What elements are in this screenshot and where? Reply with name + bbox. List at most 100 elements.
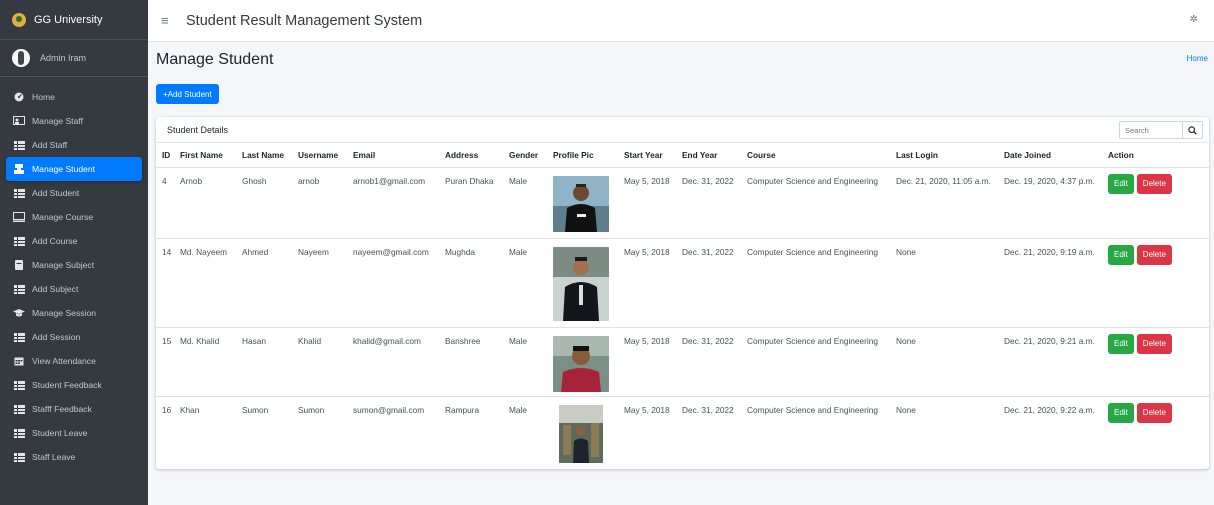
cell-date-joined: Dec. 21, 2020, 9:22 a.m. <box>998 395 1102 468</box>
cell-email: nayeem@gmail.com <box>347 237 439 327</box>
search-icon[interactable] <box>1182 122 1202 138</box>
column-header: Course <box>747 149 776 160</box>
cell-action: Edit Delete <box>1102 326 1209 396</box>
breadcrumb-home[interactable]: Home <box>1187 54 1208 63</box>
delete-button[interactable]: Delete <box>1136 244 1172 265</box>
brand-name: GG University <box>34 13 103 26</box>
delete-button[interactable]: Delete <box>1136 333 1172 354</box>
cell-gender: Male <box>503 166 547 238</box>
cell-last-name: Hasan <box>236 326 292 396</box>
cell-last-name: Sumon <box>236 395 292 468</box>
cell-id: 15 <box>156 326 174 396</box>
add-student-button[interactable]: +Add Student <box>156 84 219 104</box>
sidebar-item-add-session[interactable]: Add Session <box>6 325 142 349</box>
sidebar-item-label: Manage Course <box>32 212 94 222</box>
column-header: End Year <box>682 149 718 160</box>
cell-date-joined: Dec. 21, 2020, 9:19 a.m. <box>998 237 1102 327</box>
sidebar-item-label: Add Staff <box>32 140 68 150</box>
university-logo-icon <box>12 12 26 27</box>
column-header: Address <box>445 149 479 160</box>
sidebar-item-manage-session[interactable]: Manage Session <box>6 301 142 325</box>
cell-course: Computer Science and Engineering <box>741 326 890 396</box>
menu-toggle-icon[interactable]: ≡ <box>161 13 175 28</box>
sidebar-item-manage-staff[interactable]: Manage Staff <box>6 109 142 133</box>
search-input[interactable] <box>1120 122 1182 138</box>
gear-icon[interactable]: ✲ <box>1190 14 1198 25</box>
sidebar-item-manage-subject[interactable]: Manage Subject <box>6 253 142 277</box>
grid-icon <box>13 140 25 150</box>
table-row: 16 Khan Sumon Sumon sumon@gmail.com Ramp… <box>156 395 1209 468</box>
cell-date-joined: Dec. 19, 2020, 4:37 p.m. <box>998 166 1102 238</box>
cell-action: Edit Delete <box>1102 395 1209 468</box>
grid-icon <box>13 284 25 294</box>
cell-email: sumon@gmail.com <box>347 395 439 468</box>
cell-first-name: Khan <box>174 395 236 468</box>
sidebar-item-add-student[interactable]: Add Student <box>6 181 142 205</box>
column-header: Email <box>353 149 376 160</box>
sidebar-item-manage-student[interactable]: Manage Student <box>6 157 142 181</box>
cell-gender: Male <box>503 237 547 327</box>
delete-button[interactable]: Delete <box>1136 402 1172 423</box>
cell-course: Computer Science and Engineering <box>741 395 890 468</box>
sidebar-item-add-subject[interactable]: Add Subject <box>6 277 142 301</box>
cell-end-year: Dec. 31, 2022 <box>676 166 741 238</box>
student-icon <box>13 164 25 174</box>
cell-start-year: May 5, 2018 <box>618 395 676 468</box>
edit-button[interactable]: Edit <box>1108 333 1134 354</box>
cell-id: 16 <box>156 395 174 468</box>
cell-last-name: Ahmed <box>236 237 292 327</box>
cell-last-login: None <box>890 395 998 468</box>
cell-last-name: Ghosh <box>236 166 292 238</box>
top-navbar: ≡ Student Result Management System ✲ <box>148 0 1214 42</box>
cell-course: Computer Science and Engineering <box>741 166 890 238</box>
table-row: 4 Arnob Ghosh arnob arnob1@gmail.com Pur… <box>156 166 1209 238</box>
profile-pic <box>559 404 603 463</box>
sidebar-item-label: Student Feedback <box>32 380 102 390</box>
cell-address: Mughda <box>439 237 503 327</box>
cell-last-login: Dec. 21, 2020, 11:05 a.m. <box>890 166 998 238</box>
cell-course: Computer Science and Engineering <box>741 237 890 327</box>
column-header: Last Name <box>242 149 284 160</box>
page-title: Manage Student <box>156 51 274 68</box>
column-header: Gender <box>509 149 539 160</box>
sidebar-item-label: Manage Subject <box>32 260 95 270</box>
sidebar-item-home[interactable]: Home <box>6 85 142 109</box>
sidebar-item-staff-feedback[interactable]: Stafff Feedback <box>6 397 142 421</box>
cell-username: arnob <box>292 166 347 238</box>
sidebar-item-label: Stafff Feedback <box>32 404 92 414</box>
edit-button[interactable]: Edit <box>1108 402 1134 423</box>
brand-link[interactable]: GG University <box>0 0 148 40</box>
sidebar-item-staff-leave[interactable]: Staff Leave <box>6 445 142 469</box>
sidebar-item-student-feedback[interactable]: Student Feedback <box>6 373 142 397</box>
sidebar-item-label: Add Course <box>32 236 78 246</box>
cell-address: Puran Dhaka <box>439 166 503 238</box>
cell-email: khalid@gmail.com <box>347 326 439 396</box>
dashboard-icon <box>13 92 25 102</box>
staff-icon <box>13 116 25 126</box>
column-header: Last Login <box>896 149 938 160</box>
sidebar-item-student-leave[interactable]: Student Leave <box>6 421 142 445</box>
user-panel[interactable]: Admin Iram <box>0 40 148 77</box>
sidebar-item-label: Manage Session <box>32 308 97 318</box>
sidebar-item-add-course[interactable]: Add Course <box>6 229 142 253</box>
cell-profile-pic <box>547 395 618 468</box>
edit-button[interactable]: Edit <box>1108 244 1134 265</box>
delete-button[interactable]: Delete <box>1136 173 1172 194</box>
edit-button[interactable]: Edit <box>1108 173 1134 194</box>
grid-icon <box>13 404 25 414</box>
cell-username: Sumon <box>292 395 347 468</box>
grid-icon <box>13 236 25 246</box>
sidebar-item-add-staff[interactable]: Add Staff <box>6 133 142 157</box>
cell-first-name: Md. Nayeem <box>174 237 236 327</box>
sidebar-item-manage-course[interactable]: Manage Course <box>6 205 142 229</box>
main-content: Manage Student Home +Add Student Student… <box>148 42 1214 505</box>
sidebar: GG University Admin Iram Home Manage Sta… <box>0 0 148 505</box>
column-header: Profile Pic <box>553 149 594 160</box>
profile-pic <box>553 246 609 321</box>
cell-start-year: May 5, 2018 <box>618 166 676 238</box>
cell-address: Rampura <box>439 395 503 468</box>
table-search <box>1119 121 1203 139</box>
sidebar-item-view-attendance[interactable]: View Attendance <box>6 349 142 373</box>
sidebar-item-label: Home <box>32 92 55 102</box>
cell-first-name: Md. Khalid <box>174 326 236 396</box>
